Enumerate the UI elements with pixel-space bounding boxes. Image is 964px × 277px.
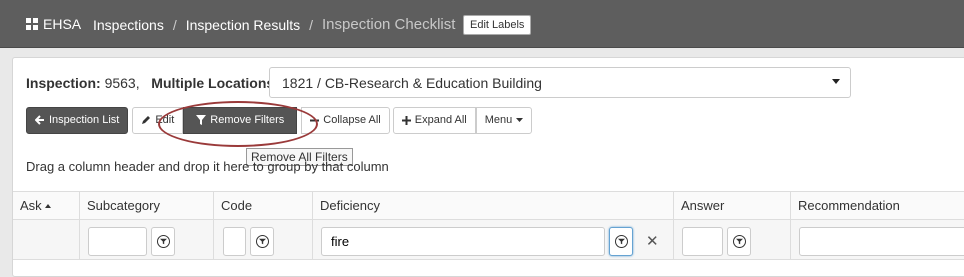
subcategory-filter-input[interactable] (88, 227, 147, 256)
brand-label: EHSA (43, 16, 82, 32)
expand-all-button[interactable]: Expand All (392, 106, 476, 134)
toolbar: Inspection List Edit Remove Filters Coll… (26, 106, 533, 134)
breadcrumb-inspections[interactable]: Inspections (93, 17, 164, 33)
menu-button[interactable]: Menu (475, 106, 533, 134)
code-filter-input[interactable] (223, 227, 246, 256)
inspection-list-button[interactable]: Inspection List (26, 106, 129, 134)
filter-icon (255, 235, 269, 248)
filter-cell-code (214, 220, 313, 259)
minus-icon (310, 119, 320, 121)
top-navbar: EHSA Inspections / Inspection Results / … (0, 0, 964, 48)
inspection-number: 9563, (104, 75, 140, 91)
filter-icon (614, 235, 628, 248)
group-by-drop-zone[interactable]: Drag a column header and drop it here to… (26, 159, 389, 174)
answer-filter-button[interactable] (727, 227, 751, 256)
location-select[interactable]: 1821 / CB-Research & Education Building (269, 67, 851, 98)
column-label: Code (221, 198, 253, 213)
expand-all-label: Expand All (414, 114, 467, 126)
clear-filter-icon[interactable]: ✕ (646, 232, 659, 250)
edit-button[interactable]: Edit (132, 106, 184, 134)
menu-label: Menu (484, 114, 513, 126)
column-header-code[interactable]: Code (214, 192, 313, 219)
filter-icon (156, 235, 170, 248)
caret-down-icon (516, 117, 524, 122)
column-header-deficiency[interactable]: Deficiency (313, 192, 674, 219)
inspection-panel: Inspection: 9563, Multiple Locations: 18… (12, 57, 964, 277)
column-label: Ask (20, 198, 42, 213)
column-header-recommendation[interactable]: Recommendation (791, 192, 964, 219)
subcategory-filter-button[interactable] (151, 227, 175, 256)
answer-filter-input[interactable] (682, 227, 723, 256)
page-title: Inspection Checklist (322, 16, 456, 33)
collapse-all-label: Collapse All (323, 114, 381, 126)
breadcrumb-separator: / (172, 16, 177, 33)
recommendation-filter-input[interactable] (799, 227, 964, 256)
locations-label: Multiple Locations: (151, 75, 279, 91)
column-label: Deficiency (320, 198, 380, 213)
filter-icon (732, 235, 746, 248)
column-header-answer[interactable]: Answer (674, 192, 791, 219)
edit-label: Edit (155, 114, 175, 126)
inspection-label: Inspection: (26, 75, 101, 91)
breadcrumb-separator: / (309, 16, 314, 33)
pencil-icon (142, 116, 151, 124)
grid-filter-row: ✕ (13, 220, 964, 260)
filter-cell-answer (674, 220, 791, 259)
filter-cell-subcategory (80, 220, 214, 259)
arrow-left-icon (35, 115, 44, 125)
filter-cell-deficiency: ✕ (313, 220, 674, 259)
collapse-all-button[interactable]: Collapse All (301, 106, 390, 134)
inspection-info: Inspection: 9563, Multiple Locations: (26, 75, 279, 91)
remove-filters-button[interactable]: Remove Filters (183, 106, 298, 134)
brand-link[interactable]: EHSA (26, 16, 81, 32)
sort-ascending-icon (44, 203, 51, 208)
column-label: Subcategory (87, 198, 160, 213)
grid-header-row: Ask Subcategory Code Deficiency Answer R… (13, 191, 964, 220)
apps-grid-icon (26, 18, 38, 30)
column-label: Recommendation (798, 198, 900, 213)
location-value: 1821 / CB-Research & Education Building (282, 75, 542, 91)
caret-down-icon (832, 79, 840, 84)
deficiency-filter-button[interactable] (609, 227, 633, 256)
breadcrumb: Inspections / Inspection Results / Inspe… (93, 16, 455, 33)
remove-filters-label: Remove Filters (210, 114, 285, 126)
filter-cell-recommendation (791, 220, 964, 259)
column-header-ask[interactable]: Ask (13, 192, 80, 219)
filter-icon (196, 115, 207, 125)
inspection-list-label: Inspection List (49, 114, 120, 126)
breadcrumb-inspection-results[interactable]: Inspection Results (186, 17, 300, 33)
deficiency-filter-input[interactable] (321, 227, 605, 256)
column-label: Answer (681, 198, 725, 213)
plus-icon (401, 115, 411, 125)
column-header-subcategory[interactable]: Subcategory (80, 192, 214, 219)
filter-cell-ask (13, 220, 80, 259)
code-filter-button[interactable] (250, 227, 274, 256)
edit-labels-button[interactable]: Edit Labels (463, 15, 532, 35)
